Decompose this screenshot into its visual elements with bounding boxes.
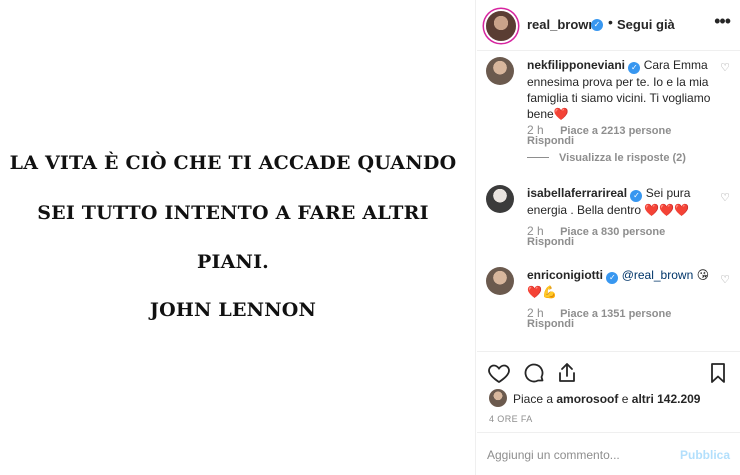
comment-bubble-icon[interactable] bbox=[522, 361, 546, 385]
quote-line-3: PIANI. bbox=[197, 251, 269, 273]
comment-emoji: ❤️❤️❤️ bbox=[644, 203, 690, 217]
comment-emoji: 😘 bbox=[696, 268, 710, 282]
comment-body: isabellaferrarireal ✓ Sei pura energia .… bbox=[527, 185, 712, 218]
verified-badge-icon: ✓ bbox=[606, 272, 619, 284]
post-actions-bar bbox=[477, 351, 740, 391]
publish-button[interactable]: Pubblica bbox=[680, 448, 730, 462]
comment-emoji-line: ❤️💪 bbox=[527, 285, 557, 299]
like-heart-icon[interactable] bbox=[487, 361, 511, 385]
view-replies-button[interactable]: Visualizza le risposte (2) bbox=[527, 152, 686, 164]
verified-badge-icon: ✓ bbox=[591, 19, 603, 31]
comment-mention[interactable]: @real_brown bbox=[622, 268, 694, 282]
replies-divider bbox=[527, 157, 549, 158]
likes-summary-text: Piace a amorosoof e altri 142.209 bbox=[513, 392, 700, 406]
liker-username[interactable]: amorosoof bbox=[556, 392, 618, 406]
comment-body: nekfilipponeviani ✓ Cara Emma ennesima p… bbox=[527, 57, 712, 122]
commenter-username[interactable]: enriconigiotti bbox=[527, 268, 603, 282]
comment-likes[interactable]: Piace a 1351 persone bbox=[560, 308, 671, 320]
comment-item: isabellaferrarireal ✓ Sei pura energia .… bbox=[477, 183, 740, 253]
comment-item: nekfilipponeviani ✓ Cara Emma ennesima p… bbox=[477, 55, 740, 175]
add-comment-form: Pubblica bbox=[477, 432, 740, 475]
like-comment-heart-icon[interactable]: ♡ bbox=[720, 273, 730, 286]
follow-button[interactable]: Segui già bbox=[617, 17, 675, 32]
post-timestamp[interactable]: 4 ORE FA bbox=[489, 414, 533, 424]
reply-button[interactable]: Rispondi bbox=[527, 236, 574, 248]
likes-conj: e bbox=[621, 392, 629, 406]
view-replies-label: Visualizza le risposte (2) bbox=[559, 152, 686, 164]
commenter-avatar[interactable] bbox=[486, 267, 514, 295]
verified-badge-icon: ✓ bbox=[628, 62, 641, 74]
post-sidebar: real_brown ✓ • Segui già ••• nekfilippon… bbox=[477, 0, 740, 475]
bookmark-icon[interactable] bbox=[706, 361, 730, 385]
liker-avatar bbox=[489, 389, 507, 407]
reply-button[interactable]: Rispondi bbox=[527, 135, 574, 147]
more-options-icon[interactable]: ••• bbox=[714, 12, 731, 30]
commenter-username[interactable]: nekfilipponeviani bbox=[527, 58, 625, 72]
post-image[interactable]: LA VITA È CIÒ CHE TI ACCADE QUANDO SEI T… bbox=[0, 0, 476, 475]
like-comment-heart-icon[interactable]: ♡ bbox=[720, 191, 730, 204]
likes-prefix: Piace a bbox=[513, 392, 554, 406]
comment-body: enriconigiotti ✓ @real_brown 😘 ❤️💪 bbox=[527, 267, 712, 300]
likes-others[interactable]: altri 142.209 bbox=[632, 392, 701, 406]
author-username[interactable]: real_brown bbox=[527, 17, 596, 32]
quote-line-2: SEI TUTTO INTENTO A FARE ALTRI bbox=[37, 202, 429, 224]
quote-author: JOHN LENNON bbox=[149, 299, 317, 321]
share-icon[interactable] bbox=[555, 361, 579, 385]
verified-badge-icon: ✓ bbox=[630, 190, 643, 202]
author-avatar[interactable] bbox=[486, 11, 516, 41]
like-comment-heart-icon[interactable]: ♡ bbox=[720, 61, 730, 74]
commenter-username[interactable]: isabellaferrarireal bbox=[527, 186, 627, 200]
reply-button[interactable]: Rispondi bbox=[527, 318, 574, 330]
comment-likes[interactable]: Piace a 830 persone bbox=[560, 226, 665, 238]
commenter-avatar[interactable] bbox=[486, 185, 514, 213]
comment-likes[interactable]: Piace a 2213 persone bbox=[560, 125, 671, 137]
post-header: real_brown ✓ • Segui già ••• bbox=[477, 0, 740, 51]
quote-line-1: LA VITA È CIÒ CHE TI ACCADE QUANDO bbox=[9, 152, 457, 174]
separator-dot: • bbox=[608, 14, 613, 30]
comment-input[interactable] bbox=[487, 446, 667, 464]
likes-summary[interactable]: Piace a amorosoof e altri 142.209 bbox=[489, 389, 739, 409]
comment-emoji: ❤️ bbox=[553, 107, 569, 121]
commenter-avatar[interactable] bbox=[486, 57, 514, 85]
comment-item: enriconigiotti ✓ @real_brown 😘 ❤️💪 ♡ 2 h… bbox=[477, 265, 740, 335]
